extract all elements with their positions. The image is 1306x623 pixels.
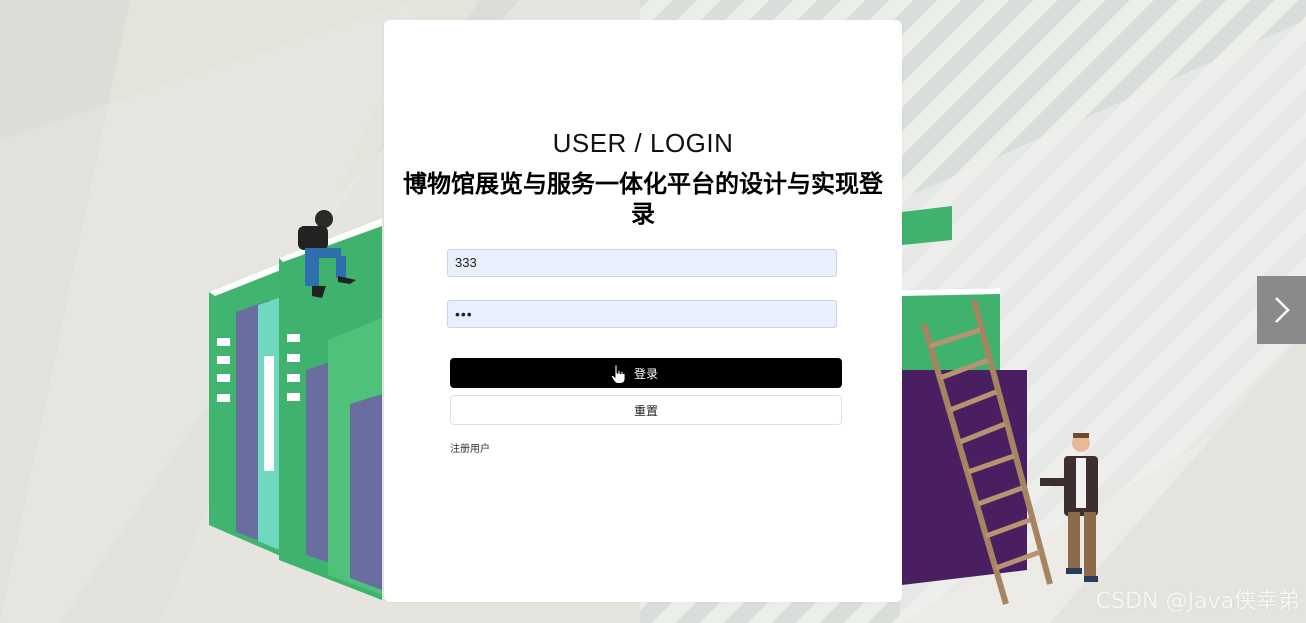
password-mask: ••• [455, 306, 473, 322]
reset-button[interactable]: 重置 [450, 395, 842, 425]
carousel-next-button[interactable] [1257, 276, 1306, 344]
password-input[interactable]: ••• [447, 300, 837, 328]
register-link[interactable]: 注册用户 [450, 440, 490, 455]
reset-button-label: 重置 [633, 403, 658, 418]
watermark-text: CSDN @Java侠幸弟 [1095, 589, 1300, 614]
username-value: 333 [455, 255, 477, 270]
chevron-right-icon [1274, 297, 1290, 323]
login-subtitle: USER / LOGIN [552, 128, 734, 158]
login-button[interactable]: 登录 [450, 358, 842, 388]
username-input[interactable]: 333 [447, 249, 837, 277]
hand-cursor-icon [610, 364, 626, 384]
page-title: 博物馆展览与服务一体化平台的设计与实现登录 [403, 171, 883, 228]
login-page: USER / LOGIN 博物馆展览与服务一体化平台的设计与实现登录 333 •… [0, 0, 1306, 623]
login-button-label: 登录 [633, 366, 658, 381]
login-card: USER / LOGIN 博物馆展览与服务一体化平台的设计与实现登录 333 •… [384, 20, 902, 602]
